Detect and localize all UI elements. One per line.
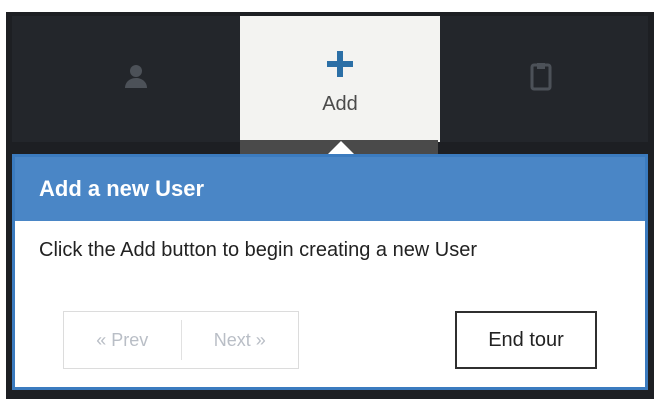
next-button[interactable]: Next »: [182, 312, 299, 368]
plus-icon: [325, 43, 355, 85]
prev-button[interactable]: « Prev: [64, 312, 181, 368]
popover-title: Add a new User: [15, 157, 645, 221]
prev-next-group: « Prev Next »: [63, 311, 299, 369]
toolbar: Add: [12, 16, 648, 142]
toolbar-item-clipboard[interactable]: [442, 16, 640, 142]
popover-footer: « Prev Next » End tour: [39, 309, 621, 369]
tour-popover: Add a new User Click the Add button to b…: [12, 154, 648, 390]
popover-arrow: [327, 141, 355, 155]
clipboard-icon: [529, 55, 553, 97]
add-label: Add: [322, 92, 358, 115]
popover-content: Click the Add button to begin creating a…: [39, 239, 478, 261]
user-icon: [123, 55, 149, 97]
end-tour-button[interactable]: End tour: [455, 311, 597, 369]
toolbar-item-add[interactable]: Add: [240, 16, 440, 142]
toolbar-item-users[interactable]: [37, 16, 235, 142]
